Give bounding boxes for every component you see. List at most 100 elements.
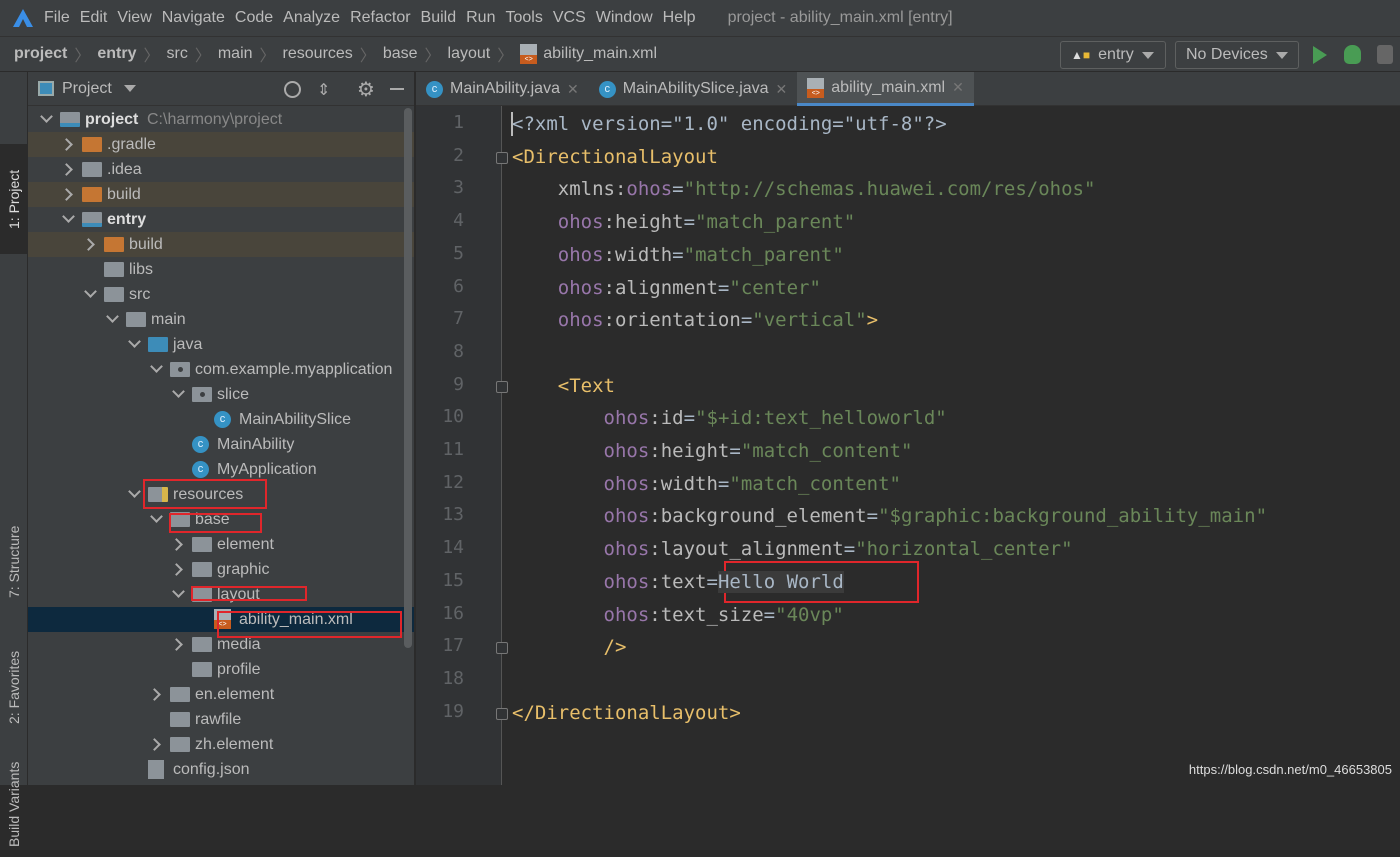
menu-refactor[interactable]: Refactor xyxy=(350,9,410,27)
chevron-right-icon[interactable] xyxy=(60,138,73,151)
breadcrumb-item[interactable]: ability_main.xml xyxy=(543,45,657,63)
chevron-down-icon[interactable] xyxy=(150,360,163,373)
menu-build[interactable]: Build xyxy=(421,9,457,27)
tree-item[interactable]: c MainAbilitySlice xyxy=(28,407,414,432)
menu-view[interactable]: View xyxy=(117,9,151,27)
chevron-down-icon[interactable] xyxy=(40,110,53,123)
debug-icon[interactable] xyxy=(1344,45,1361,64)
chevron-right-icon[interactable] xyxy=(60,188,73,201)
chevron-right-icon[interactable] xyxy=(170,563,183,576)
tree-item[interactable]: graphic xyxy=(28,557,414,582)
menu-navigate[interactable]: Navigate xyxy=(162,9,225,27)
chevron-right-icon[interactable] xyxy=(60,163,73,176)
tree-item[interactable]: src xyxy=(28,282,414,307)
breadcrumb-item[interactable]: base xyxy=(383,45,418,63)
code-line: <Text xyxy=(512,371,615,401)
locate-icon[interactable] xyxy=(284,81,301,98)
tab-mainabilityslice-java[interactable]: c MainAbilitySlice.java ✕ xyxy=(589,72,798,106)
chevron-down-icon[interactable] xyxy=(62,210,75,223)
gear-icon[interactable]: ⚙ xyxy=(357,77,375,102)
breadcrumb-item[interactable]: src xyxy=(167,45,188,63)
tree-scrollbar[interactable] xyxy=(404,108,412,648)
chevron-down-icon[interactable] xyxy=(128,335,141,348)
fold-marker-icon[interactable] xyxy=(496,642,508,655)
chevron-right-icon[interactable] xyxy=(170,538,183,551)
breadcrumb-item[interactable]: resources xyxy=(283,45,353,63)
coverage-icon[interactable] xyxy=(1377,45,1393,64)
tool-tab-build-variants[interactable]: Build Variants xyxy=(0,752,28,857)
close-icon[interactable]: ✕ xyxy=(952,79,964,96)
tree-item-label: zh.element xyxy=(195,735,274,753)
tree-item[interactable]: build xyxy=(28,182,414,207)
menu-vcs[interactable]: VCS xyxy=(553,9,586,27)
tree-item[interactable]: rawfile xyxy=(28,707,414,732)
tree-item[interactable]: .gradle xyxy=(28,132,414,157)
tool-tab--structure[interactable]: 7: Structure xyxy=(0,512,28,612)
line-number: 3 xyxy=(453,177,464,199)
tree-item[interactable]: slice xyxy=(28,382,414,407)
code-token: ohos xyxy=(626,178,673,201)
tree-item[interactable]: com.example.myapplication xyxy=(28,357,414,382)
line-number: 12 xyxy=(442,471,464,493)
menu-tools[interactable]: Tools xyxy=(505,9,542,27)
device-select[interactable]: No Devices xyxy=(1175,41,1299,69)
tab-mainability-java[interactable]: c MainAbility.java ✕ xyxy=(416,72,589,106)
run-icon[interactable] xyxy=(1313,46,1327,64)
menu-window[interactable]: Window xyxy=(596,9,653,27)
chevron-down-icon[interactable] xyxy=(106,310,119,323)
chevron-down-icon[interactable] xyxy=(172,585,185,598)
project-path: C:\harmony\project xyxy=(147,110,283,128)
chevron-down-icon[interactable] xyxy=(172,385,185,398)
breadcrumb-item[interactable]: main xyxy=(218,45,253,63)
tree-item[interactable]: .idea xyxy=(28,157,414,182)
tree-item[interactable]: build xyxy=(28,232,414,257)
menu-code[interactable]: Code xyxy=(235,9,273,27)
breadcrumb: project 〉 entry 〉 src 〉 main 〉 resources 〉 base 〉 la… xyxy=(0,36,1400,72)
chevron-down-icon[interactable] xyxy=(84,285,97,298)
line-number: 11 xyxy=(442,439,464,460)
close-icon[interactable]: ✕ xyxy=(776,81,788,98)
chevron-down-icon[interactable] xyxy=(128,485,141,498)
close-icon[interactable]: ✕ xyxy=(567,81,579,98)
chevron-right-icon[interactable] xyxy=(148,738,161,751)
tree-item[interactable]: main xyxy=(28,307,414,332)
chevron-down-icon[interactable] xyxy=(123,85,136,92)
collapse-all-icon[interactable]: ⇕ xyxy=(317,80,330,100)
tool-tab--favorites[interactable]: 2: Favorites xyxy=(0,632,28,742)
tree-item[interactable]: element xyxy=(28,532,414,557)
code-token: "center" xyxy=(729,276,821,299)
chevron-down-icon xyxy=(1275,51,1288,59)
fold-marker-icon[interactable] xyxy=(496,151,508,164)
run-config-select[interactable]: ▲■ entry xyxy=(1060,41,1166,69)
tree-item[interactable]: c MainAbility xyxy=(28,432,414,457)
chevron-right-icon[interactable] xyxy=(148,688,161,701)
tree-item[interactable]: project C:\harmony\project xyxy=(28,107,414,132)
tree-item[interactable]: entry xyxy=(28,207,414,232)
breadcrumb-item[interactable]: project xyxy=(14,45,67,63)
chevron-down-icon[interactable] xyxy=(150,510,163,523)
breadcrumb-item[interactable]: layout xyxy=(448,45,491,63)
tree-item[interactable]: zh.element xyxy=(28,732,414,757)
code-token: ohos xyxy=(603,472,650,495)
minimize-icon[interactable] xyxy=(390,88,404,90)
tool-tab--project[interactable]: 1: Project xyxy=(0,144,28,254)
menu-help[interactable]: Help xyxy=(663,9,696,27)
tree-item[interactable]: profile xyxy=(28,657,414,682)
chevron-right-icon: 〉 xyxy=(259,48,276,65)
fold-marker-icon[interactable] xyxy=(496,380,508,393)
menu-edit[interactable]: Edit xyxy=(80,9,108,27)
project-view-select[interactable]: Project xyxy=(62,80,112,98)
menu-file[interactable]: File xyxy=(44,9,70,27)
menu-run[interactable]: Run xyxy=(466,9,495,27)
fold-marker-icon[interactable] xyxy=(496,707,508,720)
tree-item[interactable]: en.element xyxy=(28,682,414,707)
breadcrumb-item[interactable]: entry xyxy=(97,45,136,63)
tree-item[interactable]: libs xyxy=(28,257,414,282)
chevron-right-icon[interactable] xyxy=(82,238,95,251)
tab-ability-main-xml[interactable]: ability_main.xml ✕ xyxy=(797,72,974,106)
tree-item[interactable]: java xyxy=(28,332,414,357)
chevron-right-icon[interactable] xyxy=(170,638,183,651)
menu-analyze[interactable]: Analyze xyxy=(283,9,340,27)
tree-item[interactable]: config.json xyxy=(28,757,414,782)
